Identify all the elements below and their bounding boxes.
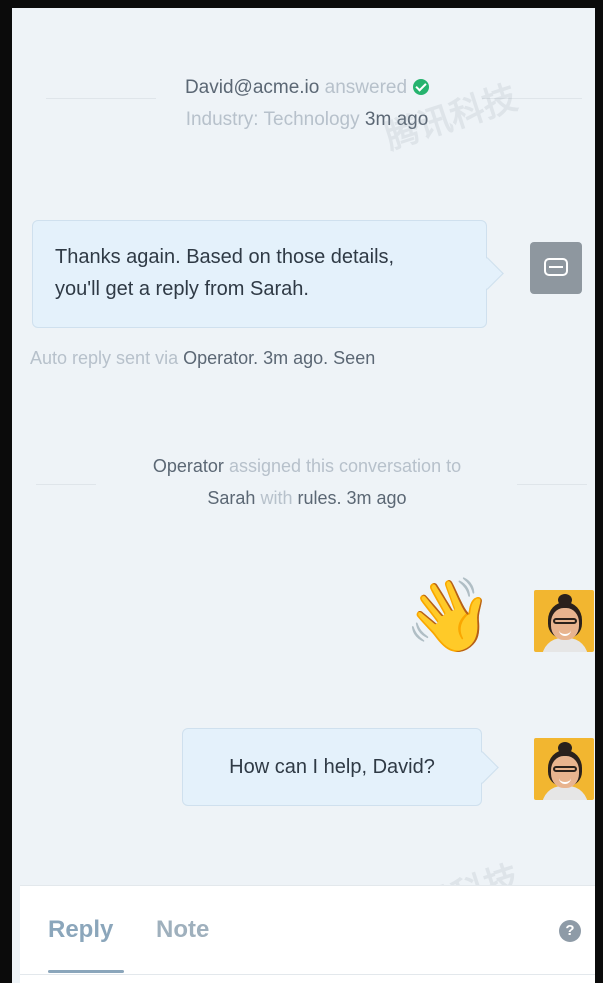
event-time: 3m ago bbox=[364, 109, 429, 130]
tab-note[interactable]: Note bbox=[156, 916, 209, 944]
bot-avatar-icon bbox=[530, 242, 582, 294]
tab-reply-underline bbox=[48, 970, 124, 973]
agent-message-text: How can I help, David? bbox=[229, 756, 435, 778]
agent-message-bubble: How can I help, David? bbox=[182, 728, 499, 806]
reply-composer: Reply Note ? bbox=[20, 885, 595, 983]
bot-message-line1: Thanks again. Based on those details, bbox=[55, 246, 395, 268]
meta-rest: Operator. 3m ago. Seen bbox=[183, 348, 376, 368]
assign-actor: Operator bbox=[152, 456, 224, 476]
tab-reply[interactable]: Reply bbox=[48, 916, 113, 944]
sarah-avatar bbox=[534, 738, 594, 800]
conversation-stream: David@acme.io answered Industry: Technol… bbox=[12, 8, 595, 983]
help-icon[interactable]: ? bbox=[559, 920, 581, 942]
assign-rules: rules. bbox=[297, 488, 342, 508]
wave-emoji-message: 👋 bbox=[404, 576, 494, 656]
meta-prefix: Auto reply sent via bbox=[30, 348, 179, 368]
assign-with: with bbox=[260, 488, 293, 508]
event-user: David@acme.io bbox=[184, 77, 320, 98]
assignee-name: Sarah bbox=[207, 488, 256, 508]
bot-message-meta: Auto reply sent via Operator. 3m ago. Se… bbox=[30, 342, 510, 374]
event-field: Industry: Technology bbox=[185, 109, 360, 130]
assign-text: assigned this conversation to bbox=[228, 456, 462, 476]
answered-event: David@acme.io answered Industry: Technol… bbox=[72, 72, 542, 136]
bubble-tail bbox=[471, 257, 504, 290]
check-icon bbox=[413, 79, 430, 95]
bot-message-line2: you'll get a reply from Sarah. bbox=[55, 278, 309, 300]
sarah-avatar bbox=[534, 590, 594, 652]
bot-message-bubble: Thanks again. Based on those details, yo… bbox=[32, 220, 504, 328]
assign-time: 3m ago bbox=[346, 488, 407, 508]
assigned-event: Operator assigned this conversation to S… bbox=[72, 450, 542, 514]
reply-input-area[interactable] bbox=[20, 974, 595, 975]
event-verb: answered bbox=[324, 77, 408, 98]
conversation-panel: David@acme.io answered Industry: Technol… bbox=[0, 0, 603, 983]
